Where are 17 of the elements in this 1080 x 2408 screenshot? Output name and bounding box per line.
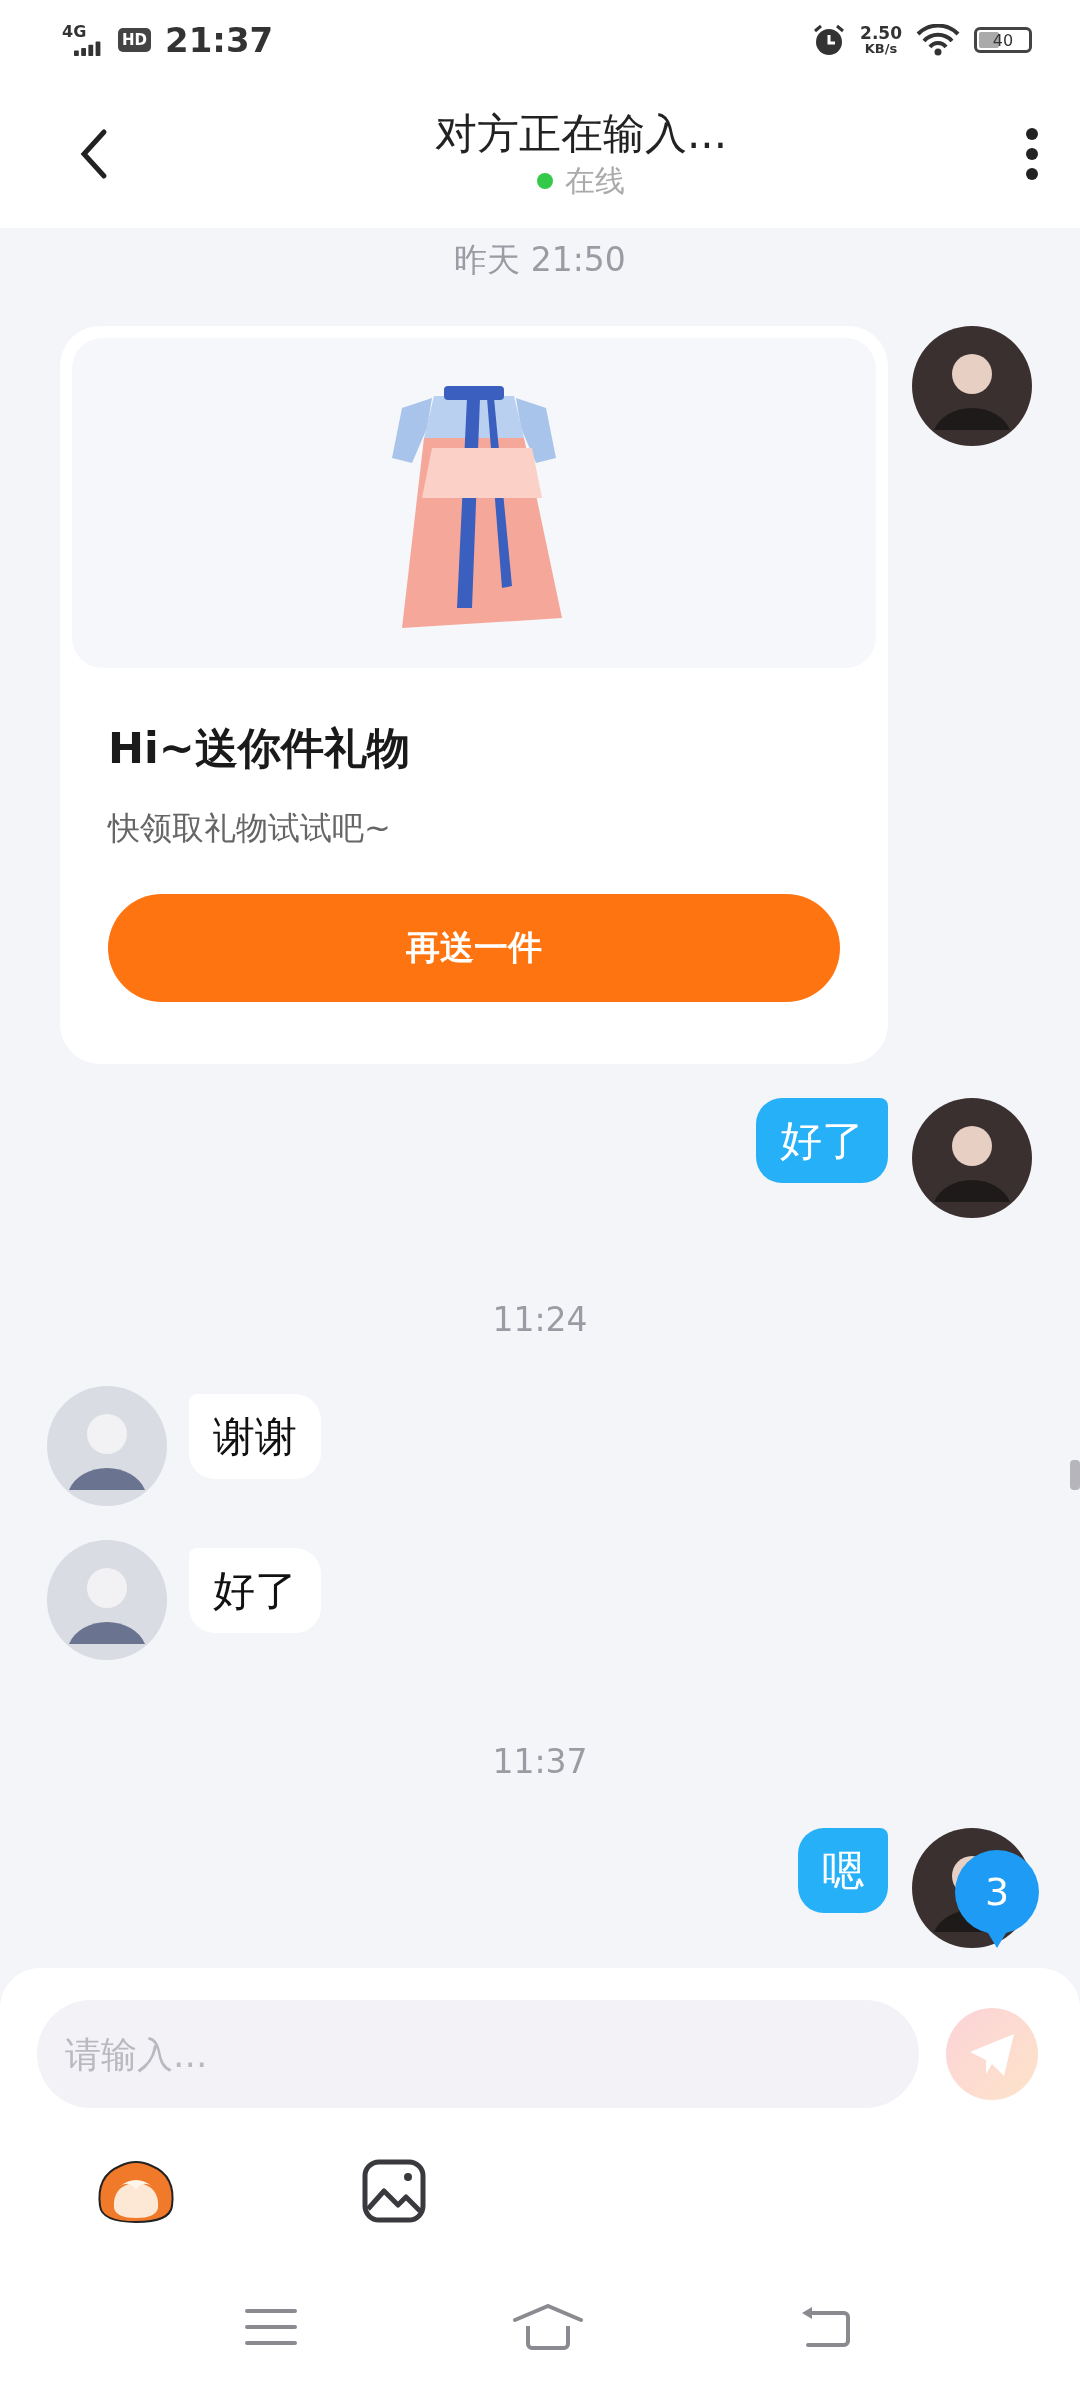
message-bubble: 好了 [189,1548,321,1633]
gift-subtitle: 快领取礼物试试吧~ [108,808,392,849]
chat-title: 对方正在输入... [434,107,728,160]
battery-icon: 40 [974,27,1032,53]
speed-value: 2.50 [860,25,902,42]
message-bubble: 好了 [756,1098,888,1183]
hd-badge: HD [118,28,151,52]
timestamp: 11:37 [492,1741,588,1783]
network-type: 4G [62,24,87,40]
message-bubble: 谢谢 [189,1394,321,1479]
timestamp: 昨天 21:50 [454,239,626,281]
online-status: 在线 [565,161,625,200]
timestamp: 11:24 [492,1299,588,1341]
message-bubble: 嗯 [798,1828,888,1913]
gift-title: Hi~送你件礼物 [108,722,411,775]
speed-unit: KB/s [864,42,898,55]
clock-time: 21:37 [165,20,274,60]
